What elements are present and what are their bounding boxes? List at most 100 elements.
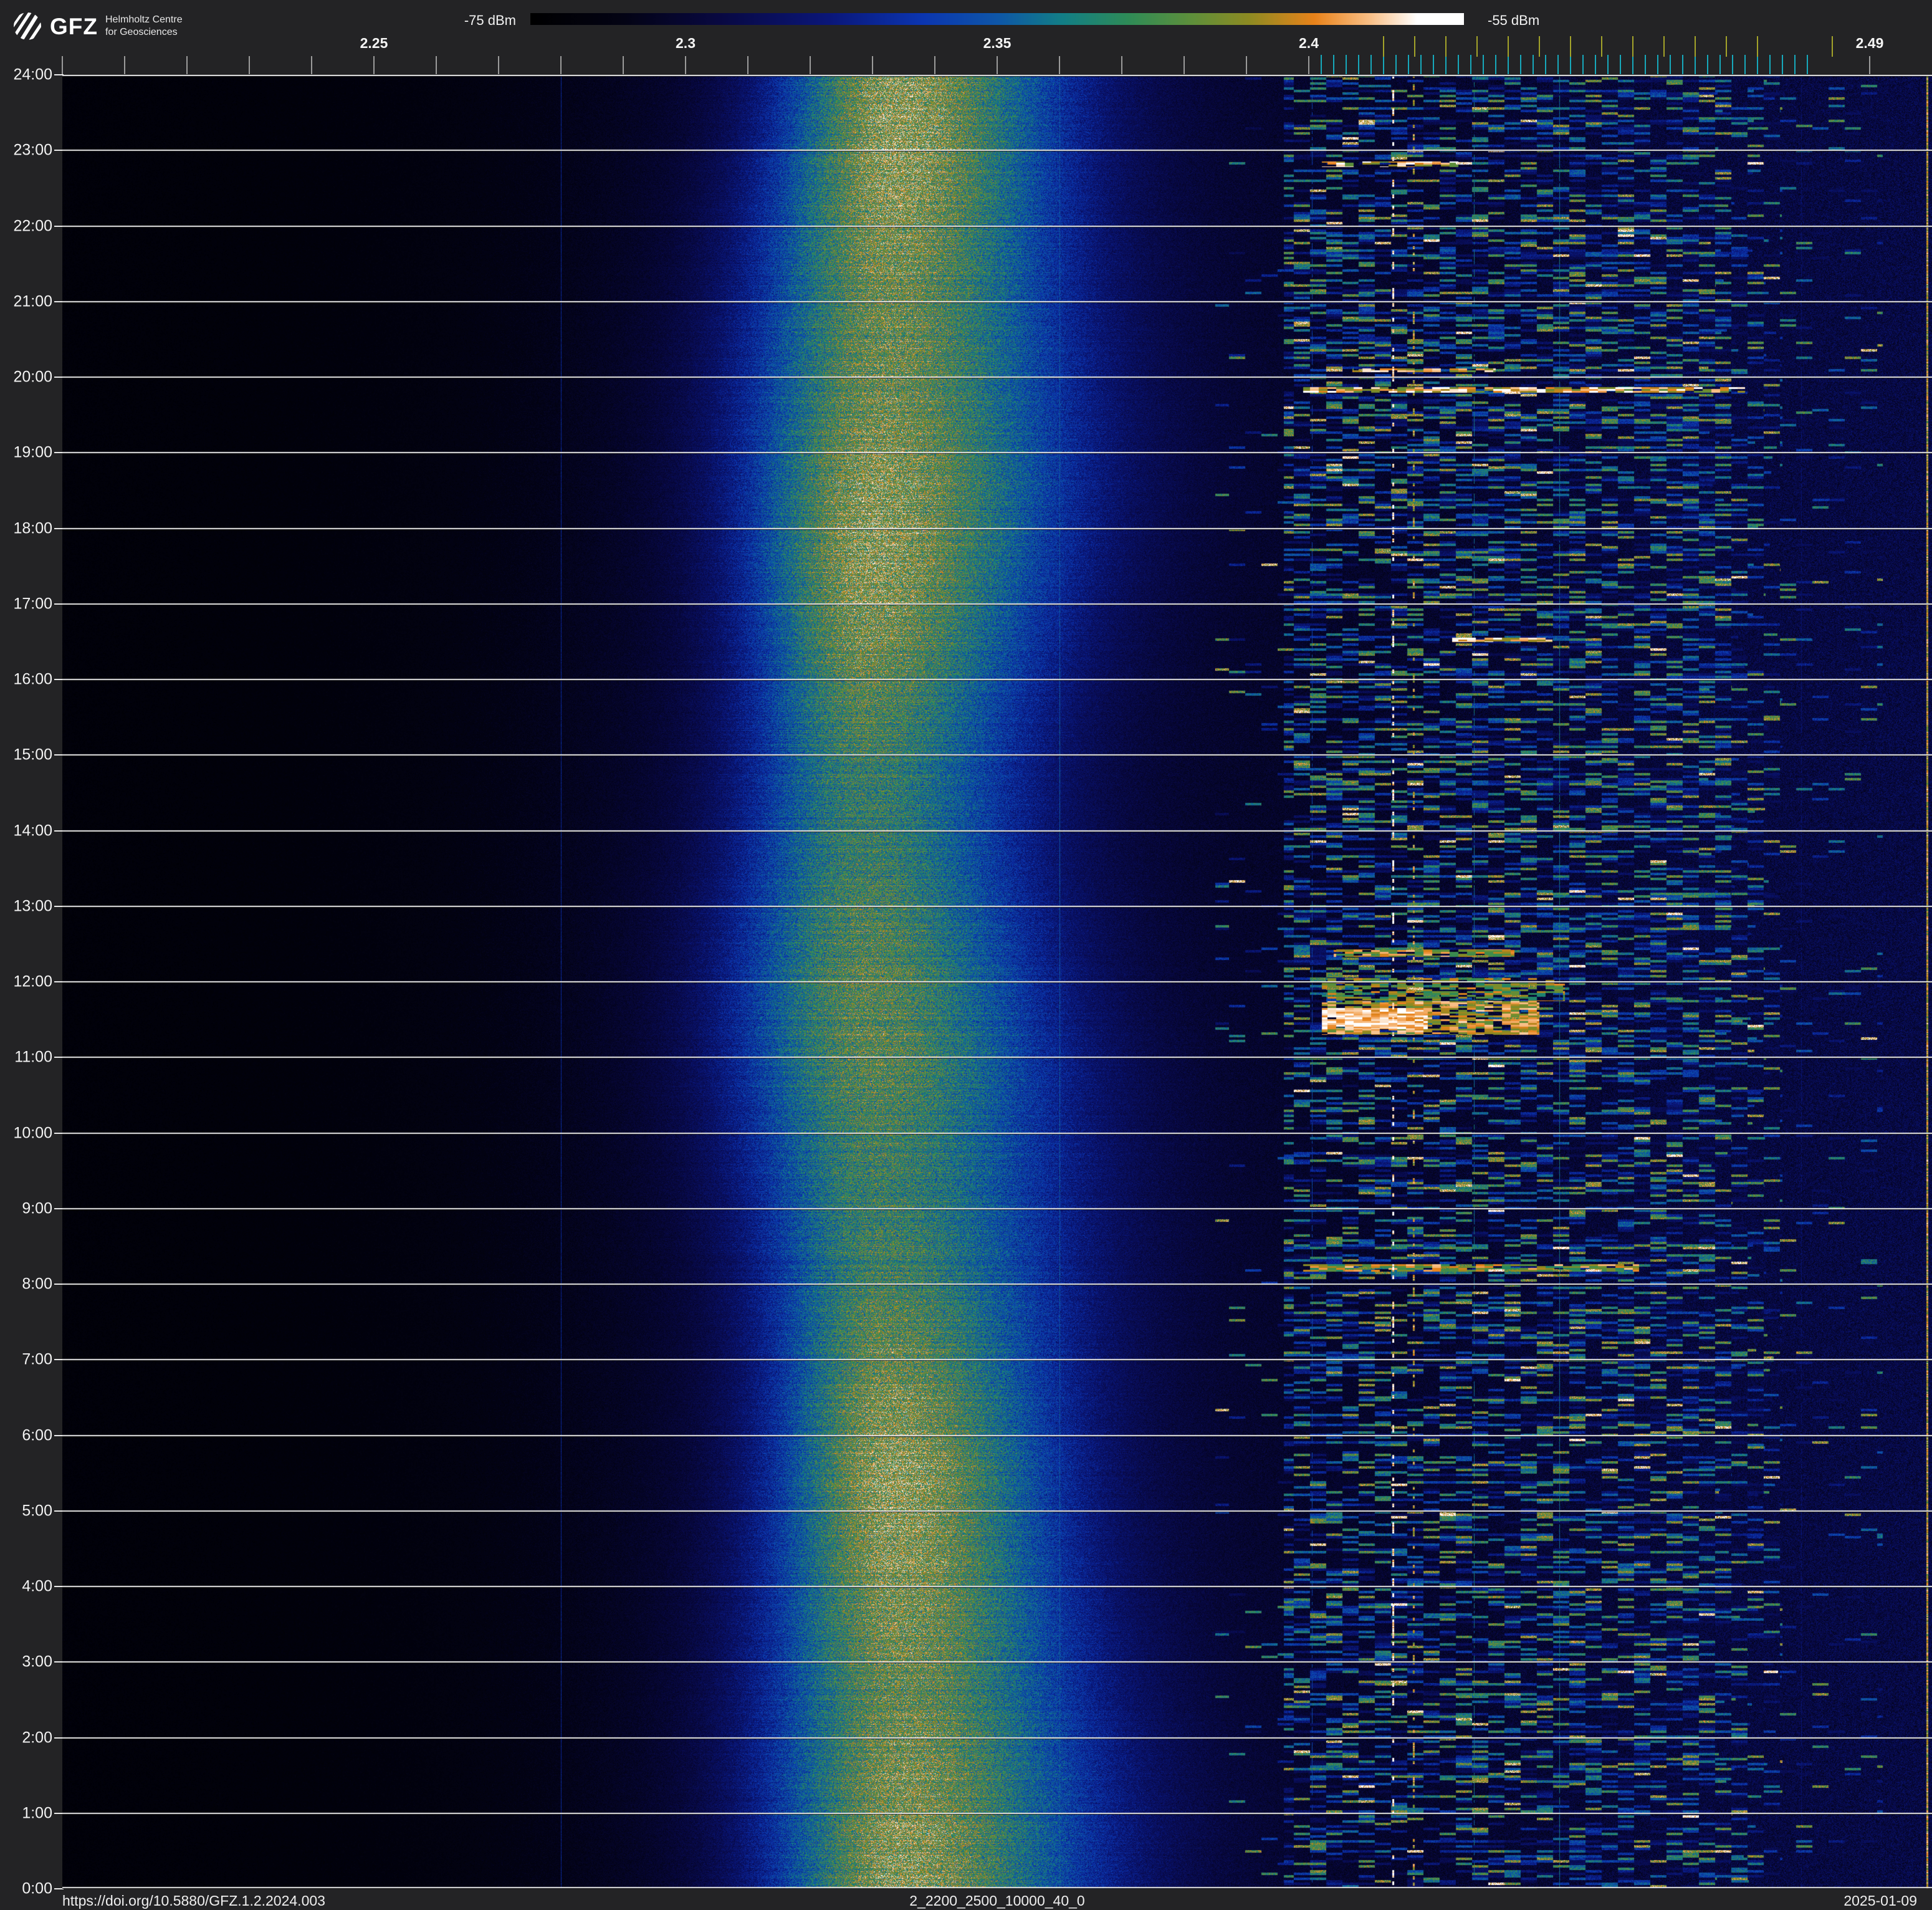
freq-minor-tick <box>997 56 998 74</box>
time-label-15:00: 15:00 <box>13 746 52 764</box>
ble-channel-tick <box>1557 55 1559 74</box>
freq-minor-tick <box>934 56 935 74</box>
wifi-channel-tick <box>1508 36 1509 57</box>
time-label-16:00: 16:00 <box>13 670 52 688</box>
ble-channel-tick <box>1495 55 1496 74</box>
ble-channel-tick <box>1408 55 1409 74</box>
wifi-channel-tick <box>1414 36 1415 57</box>
ble-channel-tick <box>1744 55 1746 74</box>
wifi-channel-tick <box>1445 36 1447 57</box>
time-label-7:00: 7:00 <box>22 1350 52 1368</box>
colorbar-max-label: -55 dBm <box>1488 12 1540 28</box>
time-label-1:00: 1:00 <box>22 1804 52 1822</box>
freq-minor-tick <box>872 56 873 74</box>
brand-text: GFZ <box>50 13 98 39</box>
freq-label-2.3: 2.3 <box>676 35 696 51</box>
freq-minor-tick <box>623 56 624 74</box>
ble-channel-tick <box>1707 55 1708 74</box>
freq-minor-tick <box>436 56 437 74</box>
ble-channel-tick <box>1370 55 1372 74</box>
gfz-logo: GFZ Helmholtz Centre for Geosciences <box>12 11 183 42</box>
ble-channel-tick <box>1383 55 1384 74</box>
freq-minor-tick <box>498 56 499 74</box>
freq-minor-tick <box>685 56 686 74</box>
ble-channel-tick <box>1533 55 1534 74</box>
freq-label-2.49: 2.49 <box>1855 35 1884 51</box>
ble-channel-tick <box>1782 55 1783 74</box>
wifi-channel-tick <box>1726 36 1727 57</box>
ble-channel-tick <box>1433 55 1434 74</box>
dataset-filename: 2_2200_2500_10000_40_0 <box>909 1893 1085 1909</box>
ble-channel-tick <box>1570 55 1571 74</box>
time-label-10:00: 10:00 <box>13 1124 52 1141</box>
ble-channel-tick <box>1620 55 1621 74</box>
freq-minor-tick <box>1246 56 1247 74</box>
time-label-6:00: 6:00 <box>22 1426 52 1444</box>
colorbar-min-label: -75 dBm <box>464 12 516 28</box>
ble-channel-tick <box>1732 55 1733 74</box>
wifi-channel-tick <box>1476 36 1478 57</box>
ble-channel-tick <box>1321 55 1322 74</box>
ble-channel-tick <box>1757 55 1758 74</box>
freq-minor-tick <box>311 56 312 74</box>
ble-channel-tick <box>1595 55 1596 74</box>
wifi-channel-tick <box>1383 36 1384 57</box>
wifi-channel-tick <box>1663 36 1665 57</box>
time-label-19:00: 19:00 <box>13 443 52 461</box>
spectrogram-page: GFZ Helmholtz Centre for Geosciences -75… <box>0 0 1932 1910</box>
gfz-logo-icon <box>14 12 41 40</box>
time-label-18:00: 18:00 <box>13 519 52 537</box>
wifi-channel-tick <box>1539 36 1540 57</box>
freq-minor-tick <box>124 56 125 74</box>
ble-channel-tick <box>1358 55 1359 74</box>
time-label-13:00: 13:00 <box>13 897 52 915</box>
ble-channel-tick <box>1470 55 1471 74</box>
time-label-5:00: 5:00 <box>22 1502 52 1520</box>
ble-channel-tick <box>1682 55 1683 74</box>
freq-minor-tick <box>373 56 375 74</box>
wifi-channel-tick <box>1695 36 1696 57</box>
time-label-8:00: 8:00 <box>22 1275 52 1293</box>
doi-link[interactable]: https://doi.org/10.5880/GFZ.1.2.2024.003 <box>62 1893 325 1909</box>
time-label-24:00: 24:00 <box>13 65 52 84</box>
freq-minor-tick <box>186 56 188 74</box>
time-label-4:00: 4:00 <box>22 1577 52 1595</box>
freq-label-2.4: 2.4 <box>1299 35 1319 51</box>
wifi-channel-tick <box>1601 36 1602 57</box>
ble-channel-tick <box>1794 55 1796 74</box>
time-label-9:00: 9:00 <box>22 1199 52 1217</box>
freq-minor-tick <box>560 56 562 74</box>
time-label-2:00: 2:00 <box>22 1729 52 1746</box>
spectrogram-plot <box>62 75 1932 1889</box>
wifi-channel-tick <box>1570 36 1571 57</box>
wifi-channel-tick <box>1757 36 1758 57</box>
ble-channel-tick <box>1657 55 1658 74</box>
time-label-0:00: 0:00 <box>22 1879 52 1898</box>
ble-channel-tick <box>1395 55 1397 74</box>
time-label-17:00: 17:00 <box>13 595 52 613</box>
ble-channel-tick <box>1670 55 1671 74</box>
ble-channel-tick <box>1807 55 1808 74</box>
freq-minor-tick <box>249 56 250 74</box>
time-label-21:00: 21:00 <box>13 292 52 310</box>
freq-minor-tick <box>1059 56 1060 74</box>
time-label-22:00: 22:00 <box>13 217 52 234</box>
freq-minor-tick <box>62 56 63 74</box>
org-line1: Helmholtz Centre <box>105 14 183 26</box>
freq-minor-tick <box>1308 56 1309 74</box>
freq-label-2.35: 2.35 <box>983 35 1011 51</box>
ble-channel-tick <box>1607 55 1609 74</box>
ble-channel-tick <box>1445 55 1447 74</box>
colorbar-gradient <box>530 13 1464 25</box>
ble-channel-tick <box>1333 55 1334 74</box>
freq-label-2.25: 2.25 <box>360 35 388 51</box>
freq-minor-tick <box>1184 56 1185 74</box>
time-label-11:00: 11:00 <box>14 1048 52 1066</box>
ble-channel-tick <box>1458 55 1459 74</box>
ble-channel-tick <box>1719 55 1721 74</box>
ble-channel-tick <box>1632 55 1633 74</box>
time-label-12:00: 12:00 <box>13 972 52 991</box>
org-text: Helmholtz Centre for Geosciences <box>105 14 183 38</box>
org-line2: for Geosciences <box>105 27 178 37</box>
ble-channel-tick <box>1545 55 1546 74</box>
